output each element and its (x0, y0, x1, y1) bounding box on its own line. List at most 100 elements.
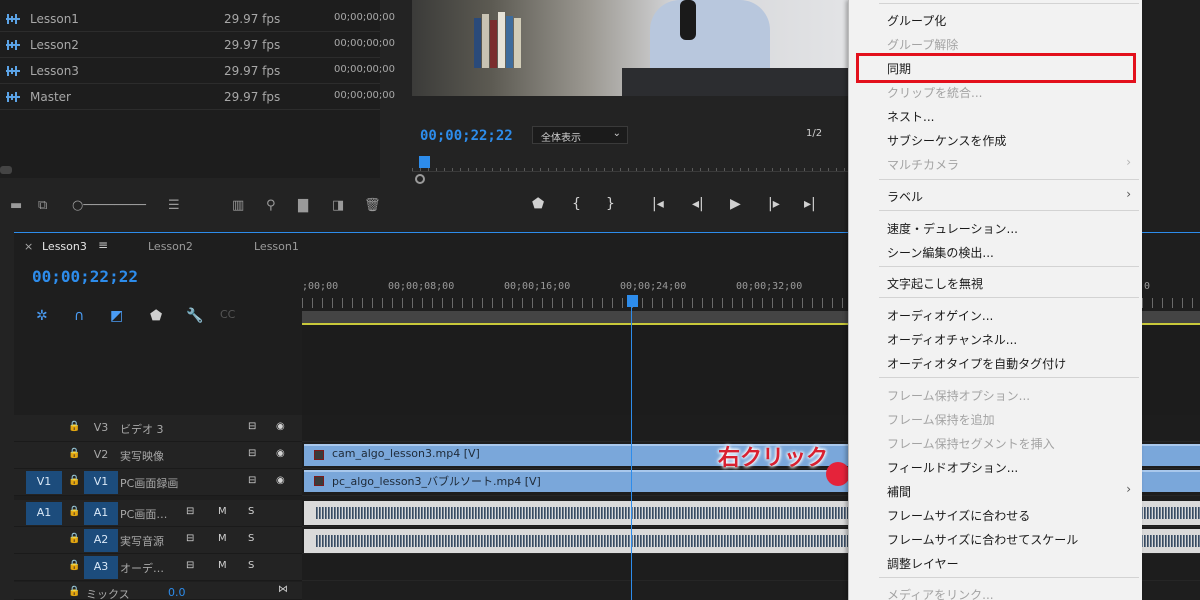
menu-item-make-subsequence[interactable]: サブシーケンスを作成 (849, 128, 1143, 152)
snap-icon[interactable]: ∩ (74, 308, 84, 324)
program-scrub-handle[interactable] (415, 174, 425, 184)
sequence-row[interactable]: Lesson3 29.97 fps 00;00;00;00 (0, 58, 395, 84)
mark-out-icon[interactable]: } (606, 196, 615, 212)
menu-item-insert-frame-hold[interactable]: フレーム保持セグメントを挿入 (849, 431, 1143, 455)
list-view-icon[interactable]: ▬ (10, 198, 22, 213)
sequence-row[interactable]: Master 29.97 fps 00;00;00;00 (0, 84, 395, 110)
voiceover-icon[interactable]: ⊟ (186, 560, 194, 571)
menu-item-set-to-frame-size[interactable]: フレームサイズに合わせる (849, 503, 1143, 527)
wrench-icon[interactable]: 🔧 (186, 308, 203, 324)
zoom-slider[interactable]: ○──────── (72, 198, 146, 213)
new-bin-icon[interactable]: ▇ (298, 198, 308, 213)
icon-view-icon[interactable]: ⧉ (38, 198, 47, 213)
tab-lesson1[interactable]: Lesson1 (254, 240, 299, 253)
lock-icon[interactable]: 🔒 (68, 448, 80, 459)
timeline-timecode[interactable]: 00;00;22;22 (32, 267, 138, 286)
track-name[interactable]: オーデ… (120, 560, 164, 576)
menu-item-scene-edit-detection[interactable]: シーン編集の検出... (849, 240, 1143, 264)
tab-lesson3[interactable]: Lesson3 (42, 240, 87, 253)
solo-button[interactable]: S (248, 506, 254, 517)
marker-icon[interactable]: ⬟ (532, 196, 544, 212)
tab-menu-icon[interactable]: ≡ (98, 238, 108, 252)
track-target-a3[interactable]: A3 (84, 556, 118, 579)
sync-lock-icon[interactable]: ⊟ (248, 448, 256, 459)
menu-item-audio-gain[interactable]: オーディオゲイン... (849, 303, 1143, 327)
menu-item-scale-to-frame-size[interactable]: フレームサイズに合わせてスケール (849, 527, 1143, 551)
track-name[interactable]: 実写映像 (120, 448, 164, 464)
program-timecode[interactable]: 00;00;22;22 (420, 128, 513, 144)
eye-icon[interactable]: ◉ (276, 475, 285, 486)
source-patch-a1[interactable]: A1 (26, 502, 62, 525)
mute-button[interactable]: M (218, 506, 227, 517)
menu-item-auto-tag-audio[interactable]: オーディオタイプを自動タグ付け (849, 351, 1143, 375)
zoom-level-select[interactable]: 全体表示 ⌄ (532, 126, 628, 144)
menu-item-ignore-transcription[interactable]: 文字起こしを無視 (849, 271, 1143, 295)
track-target-a1[interactable]: A1 (84, 502, 118, 525)
go-to-end-icon[interactable]: ⋈ (278, 584, 288, 595)
program-video-frame[interactable] (412, 0, 852, 96)
step-back-icon[interactable]: ◂| (692, 196, 704, 212)
mix-volume[interactable]: 0.0 (168, 586, 186, 599)
project-scrollbar[interactable] (0, 166, 12, 174)
program-playhead[interactable] (419, 156, 430, 168)
menu-item-audio-channels[interactable]: オーディオチャンネル... (849, 327, 1143, 351)
menu-item-add-frame-hold[interactable]: フレーム保持を追加 (849, 407, 1143, 431)
tab-lesson2[interactable]: Lesson2 (148, 240, 193, 253)
sync-lock-icon[interactable]: ⊟ (248, 421, 256, 432)
track-target-v1[interactable]: V1 (84, 471, 118, 494)
play-icon[interactable]: ▶ (730, 196, 741, 212)
menu-item-nest[interactable]: ネスト... (849, 104, 1143, 128)
trash-icon[interactable]: 🗑 (364, 198, 381, 213)
sync-lock-icon[interactable]: ⊟ (248, 475, 256, 486)
track-name[interactable]: ビデオ 3 (120, 421, 164, 437)
step-forward-icon[interactable]: |▸ (768, 196, 780, 212)
mute-button[interactable]: M (218, 533, 227, 544)
menu-item-adjustment-layer[interactable]: 調整レイヤー (849, 551, 1143, 575)
solo-button[interactable]: S (248, 560, 254, 571)
track-target-v3[interactable]: V3 (84, 417, 118, 440)
menu-item-field-options[interactable]: フィールドオプション... (849, 455, 1143, 479)
voiceover-icon[interactable]: ⊟ (186, 506, 194, 517)
menu-item-label-submenu[interactable]: ラベル › (849, 184, 1143, 208)
menu-item-speed-duration[interactable]: 速度・デュレーション... (849, 216, 1143, 240)
menu-item-link-media[interactable]: メディアをリンク... (849, 582, 1143, 600)
lock-icon[interactable]: 🔒 (68, 586, 80, 597)
sort-icon[interactable]: ☰ (168, 198, 180, 213)
track-name[interactable]: PC画面録画 (120, 475, 178, 491)
lock-icon[interactable]: 🔒 (68, 533, 80, 544)
linked-selection-icon[interactable]: ◩ (110, 308, 123, 324)
search-icon[interactable]: ⚲ (266, 198, 276, 213)
mute-button[interactable]: M (218, 560, 227, 571)
close-icon[interactable]: × (24, 240, 33, 253)
solo-button[interactable]: S (248, 533, 254, 544)
track-name[interactable]: PC画面… (120, 506, 167, 522)
lock-icon[interactable]: 🔒 (68, 506, 80, 517)
go-to-out-icon[interactable]: ▸| (804, 196, 816, 212)
nest-icon[interactable]: ✲ (36, 308, 48, 324)
menu-item-merge-clips[interactable]: クリップを統合... (849, 80, 1143, 104)
automate-icon[interactable]: ▥ (232, 198, 244, 213)
mark-in-icon[interactable]: { (572, 196, 581, 212)
menu-item-frame-hold-options[interactable]: フレーム保持オプション... (849, 383, 1143, 407)
add-marker-icon[interactable]: ⬟ (150, 308, 162, 324)
menu-item-multi-camera[interactable]: マルチカメラ › (849, 152, 1143, 176)
timeline-playhead[interactable] (627, 295, 638, 307)
playback-resolution-select[interactable]: 1/2 (798, 126, 848, 144)
captions-icon[interactable]: CC (220, 308, 235, 321)
sequence-row[interactable]: Lesson2 29.97 fps 00;00;00;00 (0, 32, 395, 58)
new-item-icon[interactable]: ◨ (332, 198, 344, 213)
source-patch-v1[interactable]: V1 (26, 471, 62, 494)
go-to-in-icon[interactable]: |◂ (652, 196, 664, 212)
track-name[interactable]: 実写音源 (120, 533, 164, 549)
track-target-v2[interactable]: V2 (84, 444, 118, 467)
lock-icon[interactable]: 🔒 (68, 421, 80, 432)
track-target-a2[interactable]: A2 (84, 529, 118, 552)
sequence-row[interactable]: Lesson1 29.97 fps 00;00;00;00 (0, 6, 395, 32)
menu-item-group[interactable]: グループ化 (849, 8, 1143, 32)
eye-icon[interactable]: ◉ (276, 421, 285, 432)
lock-icon[interactable]: 🔒 (68, 475, 80, 486)
eye-icon[interactable]: ◉ (276, 448, 285, 459)
program-time-ruler[interactable] (412, 160, 852, 172)
lock-icon[interactable]: 🔒 (68, 560, 80, 571)
menu-item-interpolation[interactable]: 補間 › (849, 479, 1143, 503)
